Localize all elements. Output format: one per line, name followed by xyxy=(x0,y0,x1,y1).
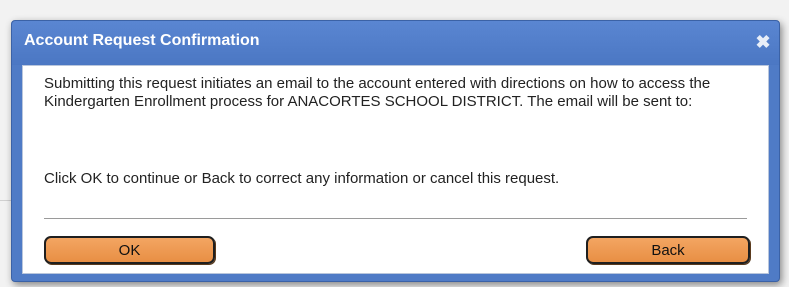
instruction-message: Click OK to continue or Back to correct … xyxy=(44,170,560,187)
dialog-title: Account Request Confirmation xyxy=(24,32,260,49)
dialog-titlebar: Account Request Confirmation ✖ xyxy=(12,21,779,65)
account-request-dialog: Account Request Confirmation ✖ Submittin… xyxy=(11,20,780,282)
dialog-divider xyxy=(44,218,747,219)
dialog-body: Submitting this request initiates an ema… xyxy=(22,65,769,274)
ok-button[interactable]: OK xyxy=(44,236,215,264)
close-icon[interactable]: ✖ xyxy=(753,32,773,52)
confirmation-message: Submitting this request initiates an ema… xyxy=(44,75,711,110)
back-button[interactable]: Back xyxy=(586,236,750,264)
